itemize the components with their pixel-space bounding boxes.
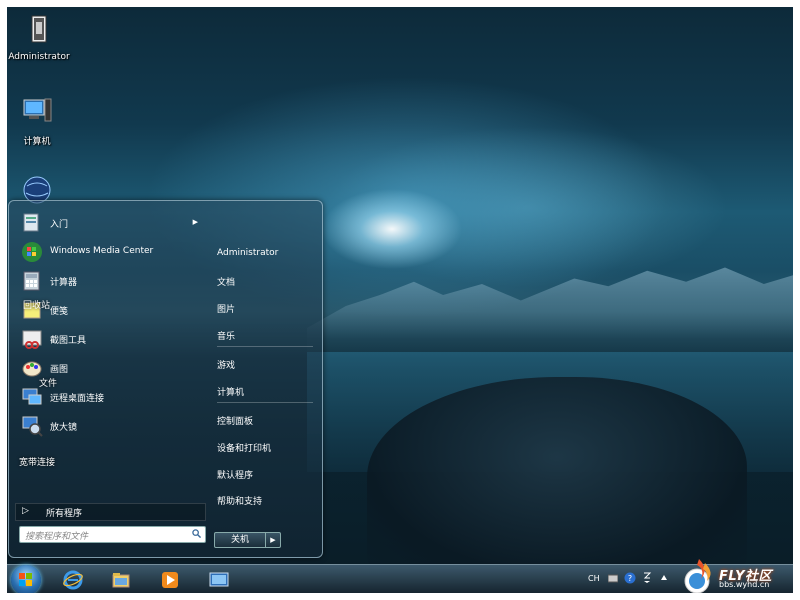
getting-started-icon [23, 213, 39, 232]
media-center-icon [22, 242, 42, 262]
desktop-icon-broadband-label[interactable]: 宽带连接 [19, 455, 55, 468]
remote-desktop-icon [209, 572, 229, 587]
start-menu: 入门 ▶ Windows Media Center 计算器 便笺 截图工具 画图… [8, 200, 323, 558]
right-item-administrator[interactable]: Administrator [217, 248, 278, 258]
calculator-icon [23, 271, 40, 291]
desktop-icon-label: Administrator [8, 52, 70, 62]
media-player-icon [162, 572, 178, 588]
magnifier-icon [22, 416, 43, 437]
search-input[interactable]: 搜索程序和文件 [19, 526, 206, 543]
right-column-separator [217, 402, 313, 403]
program-item-media-center[interactable]: Windows Media Center [15, 238, 204, 266]
shutdown-button[interactable]: 关机 [214, 532, 266, 548]
desktop-icon-folder-label[interactable]: 文件 [39, 376, 57, 389]
expand-triangle-icon: ▷ [22, 506, 29, 516]
fly-flame-logo-icon [684, 559, 711, 593]
shutdown-options-arrow-icon[interactable]: ▶ [265, 532, 281, 548]
remote-desktop-icon [22, 388, 42, 405]
submenu-arrow-icon: ▶ [192, 218, 198, 226]
windows-logo-icon [19, 573, 32, 586]
program-item-calculator[interactable]: 计算器 [15, 267, 204, 295]
user-folder-icon [31, 15, 47, 43]
program-item-snipping-tool[interactable]: 截图工具 [15, 325, 204, 353]
desktop-icon-computer[interactable]: 计算机 [7, 95, 73, 147]
taskbar: CH ? [7, 564, 793, 593]
keyboard-icon[interactable] [608, 573, 618, 583]
show-hidden-icons-icon[interactable] [660, 573, 668, 583]
right-item-default-programs[interactable]: 默认程序 [217, 468, 253, 481]
taskbar-windows-explorer[interactable] [103, 567, 139, 592]
watermark-logo: FLY社区 bbs.wyhd.cn [679, 547, 793, 593]
right-item-help-support[interactable]: 帮助和支持 [217, 494, 262, 507]
start-button[interactable] [11, 565, 41, 593]
right-item-documents[interactable]: 文档 [217, 275, 235, 288]
taskbar-media-player[interactable] [152, 567, 188, 592]
all-programs-button[interactable]: ▷ 所有程序 [15, 503, 206, 521]
snipping-tool-icon [22, 330, 42, 349]
right-item-games[interactable]: 游戏 [217, 358, 235, 371]
search-icon[interactable] [192, 529, 201, 538]
internet-explorer-icon [63, 570, 83, 590]
computer-icon [23, 98, 52, 122]
taskbar-remote-desktop[interactable] [201, 567, 237, 592]
desktop: Administrator 计算机 入门 ▶ Windows Media Cen… [7, 7, 793, 593]
language-indicator[interactable]: CH [588, 574, 600, 583]
tray-options-icon[interactable] [642, 572, 652, 584]
help-icon[interactable]: ? [624, 572, 636, 584]
taskbar-internet-explorer[interactable] [55, 567, 91, 592]
right-item-devices-printers[interactable]: 设备和打印机 [217, 441, 271, 454]
desktop-icon-label: 计算机 [23, 137, 51, 147]
program-item-magnifier[interactable]: 放大镜 [15, 412, 204, 440]
svg-text:?: ? [628, 574, 632, 583]
right-item-music[interactable]: 音乐 [217, 329, 235, 342]
watermark-url: bbs.wyhd.cn [719, 580, 770, 589]
right-item-computer[interactable]: 计算机 [217, 385, 244, 398]
program-item-getting-started[interactable]: 入门 ▶ [15, 209, 204, 237]
desktop-icon-recycle-bin-label[interactable]: 回收站 [23, 298, 50, 311]
right-column-separator [217, 346, 313, 347]
desktop-icon-administrator[interactable]: Administrator [7, 13, 75, 62]
windows-explorer-icon [112, 573, 130, 588]
right-item-control-panel[interactable]: 控制面板 [217, 414, 253, 427]
right-item-pictures[interactable]: 图片 [217, 302, 235, 315]
